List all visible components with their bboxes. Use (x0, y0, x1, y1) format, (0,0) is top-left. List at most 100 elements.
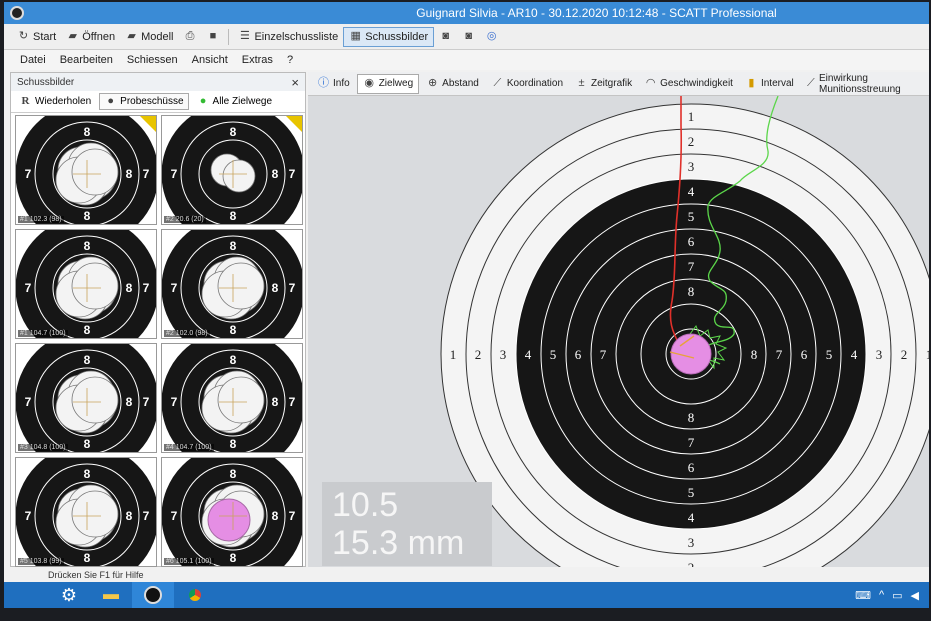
camera2-button[interactable]: ◙ (457, 27, 480, 47)
svg-text:8: 8 (84, 125, 91, 139)
svg-text:8: 8 (126, 167, 133, 181)
taskbar-scatt[interactable] (132, 582, 174, 608)
trial-icon: ● (107, 95, 114, 107)
title-bar[interactable]: Guignard Silvia - AR10 - 30.12.2020 10:1… (4, 2, 929, 24)
svg-text:7: 7 (143, 509, 150, 523)
traces-icon: ● (199, 95, 207, 107)
shot-score: 10.5 (332, 486, 399, 524)
camera-button[interactable]: ◙ (434, 27, 457, 47)
svg-text:7: 7 (171, 167, 178, 181)
ring-label-6: 6 (688, 234, 695, 249)
svg-text:7: 7 (25, 281, 32, 295)
taskbar-explorer[interactable]: ▬ (90, 582, 132, 608)
svg-text:8: 8 (272, 509, 279, 523)
ring-label-7: 7 (688, 435, 695, 450)
menu-help[interactable]: ? (287, 54, 293, 66)
save-button[interactable]: ■ (201, 27, 224, 47)
ring-label-2: 2 (688, 134, 695, 149)
ring-label-4: 4 (688, 184, 695, 199)
open-button[interactable]: ▰ Öffnen (61, 27, 120, 47)
svg-text:8: 8 (272, 167, 279, 181)
shot-thumbnail[interactable]: 8 8 7 7 8 #2 20.6 (20) (161, 115, 303, 225)
shot-thumbnail[interactable]: 8 8 7 7 8 #4 104.7 (100) (161, 343, 303, 453)
svg-text:8: 8 (230, 353, 237, 367)
shot-thumbnail[interactable]: 8 8 7 7 8 #1 104.7 (100) (15, 229, 157, 339)
single-shot-list-button[interactable]: ☰ Einzelschussliste (233, 27, 343, 47)
svg-text:7: 7 (289, 395, 296, 409)
tab-interval[interactable]: ▮ Interval (740, 74, 799, 94)
folder-icon: ▬ (103, 586, 119, 603)
ring-label-2: 2 (688, 560, 695, 567)
tab-time-graph[interactable]: ± Zeitgrafik (570, 74, 637, 94)
svg-text:8: 8 (230, 437, 237, 451)
shot-thumbnail[interactable]: 8 8 7 7 8 #1 102.3 (98) (15, 115, 157, 225)
list-icon: ☰ (240, 30, 250, 42)
svg-text:7: 7 (171, 281, 178, 295)
menu-edit[interactable]: Bearbeiten (60, 54, 113, 66)
tab-aim-trace[interactable]: ◉ Zielweg (356, 73, 420, 94)
repeat-icon: R (21, 95, 30, 107)
ring-label-7: 7 (688, 259, 695, 274)
tab-all-traces[interactable]: ● Alle Zielwege (193, 94, 276, 109)
menu-extras[interactable]: Extras (242, 54, 273, 66)
menu-file[interactable]: Datei (20, 54, 46, 66)
print-button[interactable]: ⎙ (178, 27, 201, 47)
svg-text:7: 7 (171, 509, 178, 523)
menu-view[interactable]: Ansicht (192, 54, 228, 66)
ring-label-3: 3 (876, 347, 883, 362)
volume-icon[interactable]: ◀ (911, 589, 919, 602)
system-tray: ⌨ ^ ▭ ◀ (855, 589, 929, 602)
scatt-window: Guignard Silvia - AR10 - 30.12.2020 10:1… (4, 2, 929, 608)
thumbnail-target: 887 78 (16, 344, 156, 452)
view-tabs: ⓘ Info ◉ Zielweg ⊕ Abstand ⟋ Koordination ± Z… (308, 72, 929, 96)
aim-trace-icon: ◉ (364, 77, 374, 89)
thumbnail-target: 887 78 (162, 458, 302, 566)
start-button[interactable]: ↻ Start (12, 27, 61, 47)
model-button[interactable]: ▰ Modell (120, 27, 178, 47)
svg-text:8: 8 (272, 395, 279, 409)
folder-icon: ▰ (68, 30, 77, 42)
taskbar-settings[interactable]: ⚙ (48, 582, 90, 608)
ring-label-6: 6 (688, 460, 695, 475)
tab-repeat[interactable]: R Wiederholen (15, 94, 95, 109)
network-icon[interactable]: ▭ (892, 589, 902, 602)
flag-corner (286, 116, 302, 132)
window-title: Guignard Silvia - AR10 - 30.12.2020 10:1… (416, 6, 777, 20)
keyboard-icon[interactable]: ⌨ (855, 589, 871, 602)
tab-distance[interactable]: ⊕ Abstand (421, 74, 484, 94)
shot-thumbnail[interactable]: 8 8 7 7 8 #3 104.8 (100) (15, 343, 157, 453)
taskbar-chrome[interactable] (174, 582, 216, 608)
ring-label-1: 1 (450, 347, 457, 362)
tab-ammo-dispersion[interactable]: ⟋ Einwirkung Munitionsstreuung (801, 73, 929, 95)
panel-close-button[interactable]: × (291, 75, 299, 90)
ring-label-5: 5 (550, 347, 557, 362)
shot-thumbnail[interactable]: 8 8 7 7 8 #5 103.8 (99) (15, 457, 157, 567)
camera-icon: ◙ (442, 30, 450, 42)
ring-label-3: 3 (500, 347, 507, 362)
taskbar: ⚙ ▬ ⌨ ^ ▭ ◀ (4, 582, 929, 608)
thumbnail-caption: #4 104.7 (100) (164, 444, 214, 451)
shot-thumbnail[interactable]: 8 8 7 7 8 #2 102.0 (98) (161, 229, 303, 339)
svg-text:8: 8 (230, 323, 237, 337)
tab-trial-shots[interactable]: ● Probeschüsse (99, 93, 189, 110)
coordination-icon: ⟋ (493, 77, 502, 89)
ring-label-7: 7 (600, 347, 607, 362)
shot-images-button[interactable]: ▦ Schussbilder (343, 26, 435, 47)
flag-corner (140, 116, 156, 132)
svg-text:7: 7 (25, 167, 32, 181)
menu-shoot[interactable]: Schiessen (127, 54, 178, 66)
tab-coordination[interactable]: ⟋ Koordination (486, 74, 568, 94)
toolbar-separator (228, 28, 230, 45)
tab-info[interactable]: ⓘ Info (312, 74, 355, 94)
thumbnail-target: 887 78 (162, 230, 302, 338)
shot-thumbnail[interactable]: 8 8 7 7 8 #6 105.1 (100) (161, 457, 303, 567)
ring-label-5: 5 (826, 347, 833, 362)
interval-icon: ▮ (748, 77, 755, 89)
target-button[interactable]: ◎ (480, 27, 503, 47)
tab-speed[interactable]: ◠ Geschwindigkeit (639, 74, 738, 94)
save-icon: ■ (209, 30, 217, 42)
tray-expand-icon[interactable]: ^ (879, 589, 884, 602)
target-icon: ◎ (486, 30, 497, 42)
svg-text:8: 8 (84, 437, 91, 451)
svg-text:8: 8 (126, 281, 133, 295)
